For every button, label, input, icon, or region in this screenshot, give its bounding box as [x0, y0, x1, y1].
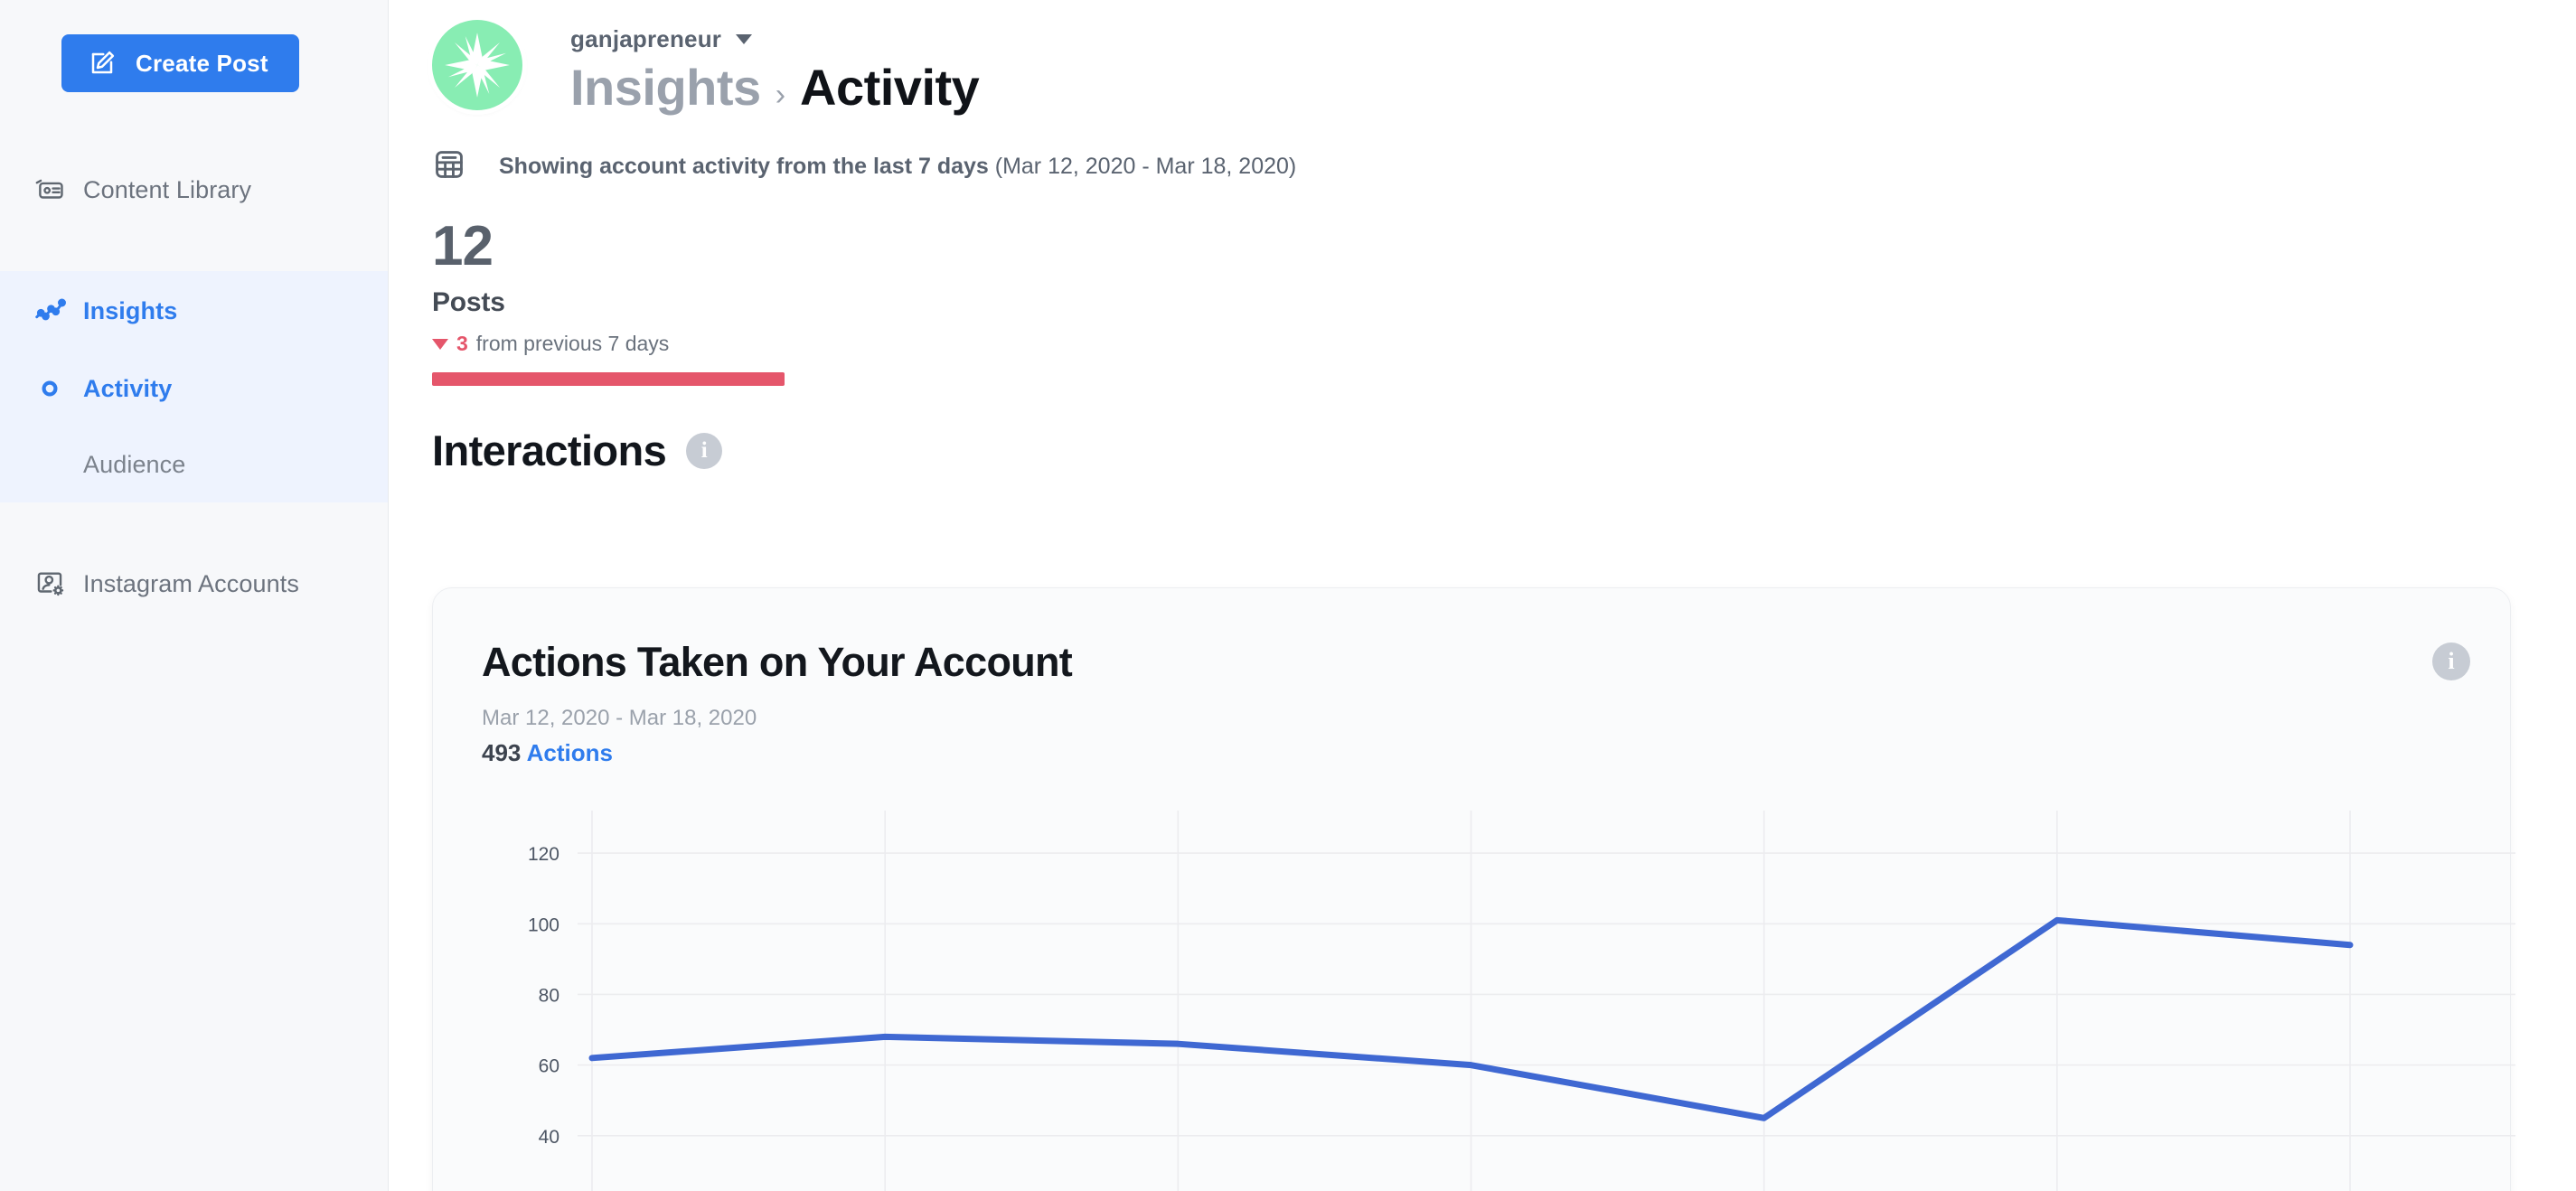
header-text-block: ganjapreneur Insights › Activity: [570, 13, 980, 117]
posts-stat: 12 Posts 3 from previous 7 days: [389, 186, 2576, 386]
y-axis-tick-label: 40: [539, 1127, 559, 1148]
posts-delta: 3 from previous 7 days: [432, 332, 2576, 356]
interactions-section-header: Interactions i: [389, 386, 2576, 475]
chart-card-title: Actions Taken on Your Account: [482, 639, 1073, 685]
sidebar-item-label: Content Library: [83, 175, 252, 203]
delta-text: from previous 7 days: [475, 332, 670, 355]
chart-total-value: 493: [482, 739, 522, 766]
main-content: ganjapreneur Insights › Activity Showing…: [389, 0, 2576, 1191]
actions-line-chart[interactable]: 120 100 80 60 40: [482, 805, 2515, 1191]
date-range-label: Showing account activity from the last 7…: [499, 154, 989, 179]
sidebar-item-label: Insights: [83, 296, 178, 324]
info-icon[interactable]: i: [2432, 642, 2470, 680]
delta-down-icon: [432, 338, 448, 350]
sidebar-item-instagram-accounts[interactable]: Instagram Accounts: [0, 544, 388, 624]
y-axis-tick-label: 80: [539, 985, 559, 1006]
posts-count: 12: [432, 215, 494, 277]
y-axis-tick-label: 120: [528, 844, 559, 865]
dot-circle-icon: [16, 379, 83, 399]
account-selector[interactable]: ganjapreneur: [570, 25, 979, 53]
chart-total-unit[interactable]: Actions: [527, 739, 613, 766]
y-axis-tick-label: 100: [528, 914, 559, 935]
sidebar-item-insights[interactable]: Insights: [0, 271, 388, 351]
sidebar-item-audience[interactable]: Audience: [0, 427, 388, 502]
starburst-avatar-icon: [445, 33, 510, 98]
chart-svg: 120 100 80 60 40: [528, 811, 2515, 1191]
account-name: ganjapreneur: [570, 25, 722, 52]
compose-icon: [89, 50, 116, 77]
sidebar-item-label: Activity: [83, 374, 173, 402]
sidebar-item-label: Instagram Accounts: [83, 569, 299, 597]
info-icon[interactable]: i: [686, 432, 723, 469]
account-settings-icon: [16, 568, 83, 599]
create-post-button[interactable]: Create Post: [61, 34, 299, 92]
date-range-row: Showing account activity from the last 7…: [389, 117, 2576, 186]
content-library-icon: [16, 174, 83, 205]
posts-label: Posts: [432, 287, 505, 317]
insights-chart-icon: [16, 295, 83, 327]
sidebar-item-activity[interactable]: Activity: [0, 351, 388, 427]
date-range-dates: (Mar 12, 2020 - Mar 18, 2020): [994, 154, 1297, 179]
create-post-container: Create Post: [0, 0, 388, 92]
sidebar-item-label: Audience: [83, 450, 186, 478]
delta-value: 3: [456, 332, 468, 355]
page-title: Activity: [800, 59, 980, 116]
sidebar: Create Post Content Library Insights Act…: [0, 0, 389, 1191]
page-header: ganjapreneur Insights › Activity: [389, 0, 2576, 117]
actions-chart-card: i Actions Taken on Your Account Mar 12, …: [432, 587, 2515, 1191]
interactions-title: Interactions: [432, 427, 667, 474]
sidebar-item-content-library[interactable]: Content Library: [0, 150, 388, 230]
date-range-text: Showing account activity from the last 7…: [499, 154, 1296, 180]
breadcrumb: Insights › Activity: [570, 58, 980, 117]
app-root: Create Post Content Library Insights Act…: [0, 0, 2576, 1191]
chart-card-date-range: Mar 12, 2020 - Mar 18, 2020: [482, 706, 757, 730]
sidebar-nav: Content Library Insights Activity Audien…: [0, 150, 388, 624]
create-post-label: Create Post: [136, 49, 268, 77]
chevron-down-icon: [736, 34, 753, 44]
calendar-icon: [432, 147, 466, 186]
breadcrumb-parent[interactable]: Insights: [570, 58, 761, 117]
posts-delta-bar: [432, 372, 785, 386]
sidebar-insights-group: Insights Activity Audience: [0, 271, 388, 502]
y-axis-tick-label: 60: [539, 1056, 559, 1077]
chart-card-total: 493 Actions: [433, 731, 2510, 767]
breadcrumb-separator-icon: ›: [775, 78, 786, 112]
avatar[interactable]: [432, 20, 522, 110]
